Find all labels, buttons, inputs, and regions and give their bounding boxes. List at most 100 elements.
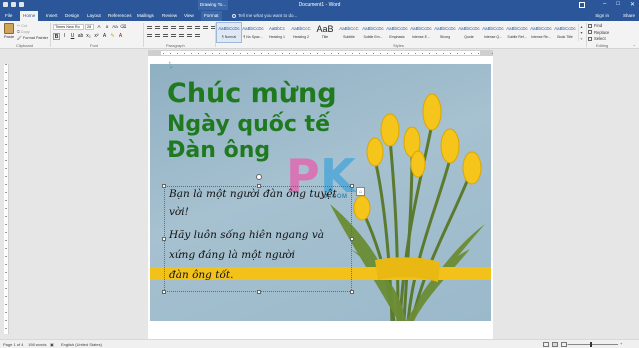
tab-home[interactable]: Home bbox=[20, 11, 39, 21]
bold-icon[interactable]: B bbox=[53, 33, 60, 40]
search-icon bbox=[588, 23, 592, 28]
share-button[interactable]: Share bbox=[623, 11, 635, 21]
style-intense-emphasis[interactable]: AaBbCcDc Intense E... bbox=[409, 23, 433, 42]
window-controls: – □ ✕ bbox=[603, 1, 635, 8]
resize-handle[interactable] bbox=[162, 237, 166, 241]
numbering-icon[interactable] bbox=[154, 24, 161, 31]
print-layout-icon[interactable] bbox=[552, 342, 558, 347]
ribbon-tabs: File Home Insert Design Layout Reference… bbox=[0, 10, 639, 21]
align-center-icon[interactable] bbox=[154, 32, 161, 39]
tab-mailings[interactable]: Mailings bbox=[134, 11, 157, 21]
style-sample: AaBbCcDc bbox=[506, 26, 528, 31]
style-subtle-emphasis[interactable]: AaBbCcDc Subtle Em... bbox=[361, 23, 385, 42]
style-name: ¶ No Spac... bbox=[243, 35, 263, 39]
font-color-icon[interactable]: A bbox=[117, 33, 124, 40]
tab-insert[interactable]: Insert bbox=[43, 11, 61, 21]
style-sample: AaBbCcDc bbox=[458, 26, 480, 31]
tab-design[interactable]: Design bbox=[62, 11, 82, 21]
text-effects-icon[interactable]: A bbox=[101, 33, 108, 40]
show-marks-icon[interactable] bbox=[194, 24, 201, 31]
font-size-box[interactable]: 28 bbox=[85, 24, 94, 30]
line-spacing-icon[interactable] bbox=[178, 32, 185, 39]
zoom-thumb[interactable] bbox=[590, 342, 592, 347]
style-intense-reference[interactable]: AaBbCcDc Intense Re... bbox=[529, 23, 553, 42]
align-right-icon[interactable] bbox=[162, 32, 169, 39]
page-count[interactable]: Page 1 of 4 bbox=[3, 342, 23, 347]
styles-scroll[interactable]: ▴ ▾ ▿ bbox=[578, 24, 584, 41]
subscript-icon[interactable]: x₂ bbox=[85, 33, 92, 40]
resize-handle[interactable] bbox=[350, 290, 354, 294]
resize-handle[interactable] bbox=[162, 290, 166, 294]
tab-review[interactable]: Review bbox=[159, 11, 180, 21]
tab-references[interactable]: References bbox=[105, 11, 135, 21]
change-case-icon[interactable]: Aa bbox=[112, 24, 118, 30]
grow-font-icon[interactable]: A bbox=[96, 24, 102, 30]
select-icon bbox=[588, 36, 592, 41]
underline-icon[interactable]: U bbox=[69, 33, 76, 40]
sort-icon[interactable] bbox=[186, 24, 193, 31]
increase-indent-icon[interactable] bbox=[178, 24, 185, 31]
headline-line-1: Chúc mừng bbox=[167, 78, 337, 109]
italic-icon[interactable]: I bbox=[61, 33, 68, 40]
tab-format[interactable]: Format bbox=[201, 11, 222, 21]
highlight-icon[interactable]: ✎ bbox=[109, 33, 116, 40]
style-emphasis[interactable]: AaBbCcDc Emphasis bbox=[385, 23, 409, 42]
justify-icon[interactable] bbox=[170, 32, 177, 39]
maximize-icon[interactable]: □ bbox=[616, 1, 620, 8]
style-name: Emphasis bbox=[389, 35, 405, 39]
style-no-spacing[interactable]: AaBbCcDc ¶ No Spac... bbox=[241, 23, 265, 42]
borders-icon[interactable] bbox=[194, 32, 201, 39]
style-subtitle[interactable]: AaBbCcC Subtitle bbox=[337, 23, 361, 42]
poem-line-2: vời! bbox=[169, 206, 189, 218]
tab-file[interactable]: File bbox=[2, 11, 15, 21]
style-intense-quote[interactable]: AaBbCcDc Intense Q... bbox=[481, 23, 505, 42]
collapse-ribbon-icon[interactable]: ⌃ bbox=[633, 44, 636, 49]
resize-handle[interactable] bbox=[257, 290, 261, 294]
style-name: Subtitle bbox=[343, 35, 355, 39]
group-divider bbox=[143, 23, 144, 47]
vertical-ruler[interactable] bbox=[4, 64, 9, 334]
zoom-slider[interactable] bbox=[568, 344, 618, 345]
language-indicator[interactable]: English (United States) bbox=[61, 342, 102, 347]
style-heading-2[interactable]: AaBbCcC Heading 2 bbox=[289, 23, 313, 42]
layout-options-icon[interactable]: ⌂ bbox=[356, 187, 365, 196]
proofing-icon[interactable]: ▣ bbox=[50, 342, 54, 347]
title-bar: Drawing To... Document1 - Word – □ ✕ bbox=[0, 0, 639, 10]
align-left-icon[interactable] bbox=[146, 32, 153, 39]
read-mode-icon[interactable] bbox=[543, 342, 549, 347]
sign-in-link[interactable]: Sign in bbox=[595, 11, 609, 21]
minimize-icon[interactable]: – bbox=[603, 1, 606, 8]
clear-formatting-icon[interactable]: ⌫ bbox=[120, 24, 126, 30]
paste-button[interactable]: Paste bbox=[2, 23, 16, 41]
font-name-box[interactable]: Times New Ro bbox=[53, 24, 84, 30]
tab-layout[interactable]: Layout bbox=[84, 11, 104, 21]
style-normal[interactable]: AaBbCcDc ¶ Normal bbox=[216, 22, 242, 43]
close-icon[interactable]: ✕ bbox=[630, 1, 635, 8]
resize-handle[interactable] bbox=[350, 237, 354, 241]
shading-icon[interactable] bbox=[186, 32, 193, 39]
word-count[interactable]: 198 words bbox=[28, 342, 46, 347]
rotate-handle[interactable] bbox=[256, 174, 262, 180]
zoom-in-icon[interactable]: + bbox=[620, 341, 622, 346]
superscript-icon[interactable]: x² bbox=[93, 33, 100, 40]
style-subtle-reference[interactable]: AaBbCcDc Subtle Ref... bbox=[505, 23, 529, 42]
style-heading-1[interactable]: AaBbCc Heading 1 bbox=[265, 23, 289, 42]
style-book-title[interactable]: AaBbCcDc Book Title bbox=[553, 23, 577, 42]
format-painter-button[interactable]: 🖌 Format Painter bbox=[17, 35, 48, 41]
shrink-font-icon[interactable]: a bbox=[104, 24, 110, 30]
tell-me-box[interactable]: Tell me what you want to do... bbox=[232, 11, 297, 21]
style-title[interactable]: AaB Title bbox=[313, 23, 337, 42]
decrease-indent-icon[interactable] bbox=[170, 24, 177, 31]
strikethrough-icon[interactable]: ab bbox=[77, 33, 84, 40]
multilevel-list-icon[interactable] bbox=[162, 24, 169, 31]
style-quote[interactable]: AaBbCcDc Quote bbox=[457, 23, 481, 42]
select-button[interactable]: Select bbox=[588, 36, 609, 43]
resize-handle[interactable] bbox=[162, 184, 166, 188]
find-label: Find bbox=[594, 23, 603, 28]
ribbon-display-options-icon[interactable] bbox=[579, 2, 585, 8]
anchor-icon[interactable]: ⚓ bbox=[166, 62, 173, 69]
style-strong[interactable]: AaBbCcDc Strong bbox=[433, 23, 457, 42]
tab-view[interactable]: View bbox=[181, 11, 197, 21]
bullets-icon[interactable] bbox=[146, 24, 153, 31]
resize-handle[interactable] bbox=[350, 184, 354, 188]
